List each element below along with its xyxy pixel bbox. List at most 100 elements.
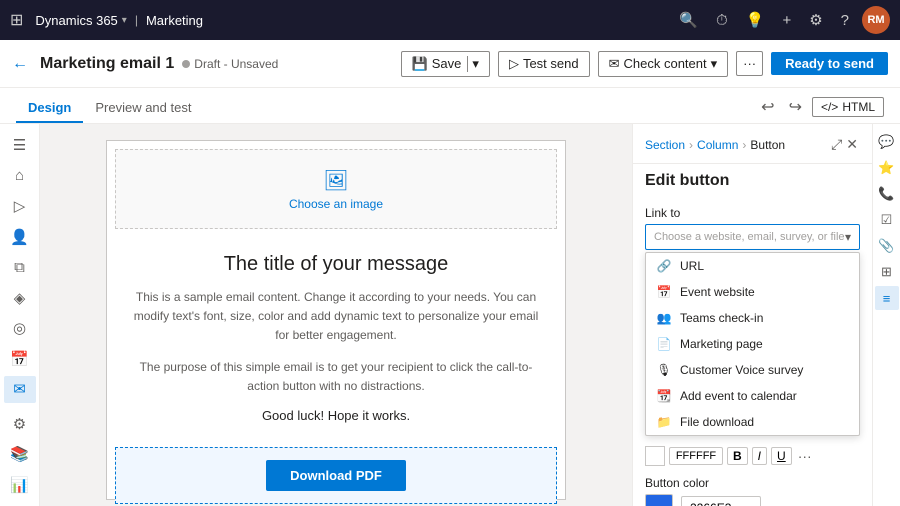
voice-survey-label: Customer Voice survey — [680, 363, 803, 377]
add-icon[interactable]: + — [777, 12, 796, 29]
more-options-button[interactable]: ··· — [736, 51, 763, 76]
button-color-input[interactable] — [681, 496, 761, 506]
email-good-luck: Good luck! Hope it works. — [131, 408, 541, 423]
redo-button[interactable]: ↪ — [785, 95, 806, 119]
dropdown-item-add-event[interactable]: 📆 Add event to calendar — [646, 383, 859, 409]
breadcrumb-section[interactable]: Section — [645, 138, 685, 152]
breadcrumb-sep1: › — [689, 138, 693, 152]
sidebar-item-menu[interactable]: ☰ — [4, 132, 36, 159]
download-pdf-button[interactable]: Download PDF — [266, 460, 406, 491]
panel-title: Edit button — [633, 164, 872, 198]
check-chevron-icon[interactable]: ▾ — [711, 56, 718, 72]
dropdown-item-file[interactable]: 📁 File download — [646, 409, 859, 435]
sidebar-item-contacts[interactable]: 👤 — [4, 224, 36, 251]
sidebar-item-send[interactable]: ▷ — [4, 193, 36, 220]
draft-badge: Draft - Unsaved — [182, 57, 278, 71]
panel-expand-button[interactable]: ⤢ — [829, 134, 844, 155]
sidebar-item-email[interactable]: ✉ — [4, 376, 36, 403]
breadcrumb-sep2: › — [742, 138, 746, 152]
italic-button[interactable]: I — [752, 447, 767, 465]
button-color-swatch[interactable] — [645, 494, 673, 506]
sidebar-item-home[interactable]: ⌂ — [4, 163, 36, 190]
sidebar-item-analytics[interactable]: 📊 — [4, 472, 36, 499]
email-button-section[interactable]: Download PDF — [115, 447, 557, 504]
edge-task-icon[interactable]: ☑ — [875, 208, 899, 232]
app-title[interactable]: Dynamics 365 ▾ — [35, 13, 126, 28]
preview-tab-label: Preview and test — [95, 100, 191, 115]
sidebar-item-events[interactable]: 📅 — [4, 346, 36, 373]
dropdown-item-teams[interactable]: 👥 Teams check-in — [646, 305, 859, 331]
undo-button[interactable]: ↩ — [757, 95, 778, 119]
link-to-label: Link to — [645, 206, 860, 220]
redo-icon: ↪ — [789, 99, 802, 116]
dropdown-item-marketing-page[interactable]: 📄 Marketing page — [646, 331, 859, 357]
edge-list-icon[interactable]: ≡ — [875, 286, 899, 310]
help-icon[interactable]: ? — [836, 12, 854, 29]
sidebar-item-segments[interactable]: ⧉ — [4, 254, 36, 281]
test-send-button[interactable]: ▷ Test send — [498, 51, 590, 77]
edge-table-icon[interactable]: ⊞ — [875, 260, 899, 284]
grid-icon[interactable]: ⊞ — [10, 10, 23, 30]
html-button[interactable]: </> HTML — [812, 97, 884, 117]
edge-phone-icon[interactable]: 📞 — [875, 182, 899, 206]
back-button[interactable]: ← — [12, 55, 28, 73]
module-label: Marketing — [146, 13, 203, 28]
bold-button[interactable]: B — [727, 447, 748, 465]
tab-toolbar: ↩ ↪ </> HTML — [757, 95, 884, 123]
text-color-swatch[interactable] — [645, 446, 665, 466]
breadcrumb-column[interactable]: Column — [697, 138, 738, 152]
add-event-icon: 📆 — [656, 388, 672, 404]
search-icon[interactable]: 🔍 — [674, 11, 703, 29]
link-dropdown-menu: 🔗 URL 📅 Event website 👥 Teams check-in 📄… — [645, 252, 860, 436]
check-content-label: Check content — [624, 56, 707, 71]
choose-image-link[interactable]: Choose an image — [289, 197, 383, 211]
ready-to-send-button[interactable]: Ready to send — [771, 52, 888, 75]
dropdown-item-voice-survey[interactable]: 🎙 Customer Voice survey — [646, 357, 859, 383]
avatar[interactable]: RM — [862, 6, 890, 34]
tab-preview[interactable]: Preview and test — [83, 94, 203, 123]
dropdown-item-event[interactable]: 📅 Event website — [646, 279, 859, 305]
design-tab-label: Design — [28, 100, 71, 115]
app-name: Dynamics 365 — [35, 13, 117, 28]
save-chevron-icon[interactable]: ▾ — [467, 56, 479, 72]
image-section[interactable]: 🖼 Choose an image — [115, 149, 557, 229]
nav-separator: | — [135, 13, 138, 27]
sidebar-item-settings[interactable]: ⚙ — [4, 411, 36, 438]
voice-survey-icon: 🎙 — [656, 362, 672, 378]
text-color-input[interactable] — [669, 447, 723, 465]
text-format-more-button[interactable]: ··· — [796, 448, 814, 464]
event-icon: 📅 — [656, 284, 672, 300]
code-icon: </> — [821, 100, 838, 114]
settings-icon[interactable]: ⚙ — [804, 11, 827, 29]
url-icon: 🔗 — [656, 258, 672, 274]
draft-dot — [182, 60, 190, 68]
timer-icon[interactable]: ⏱ — [711, 12, 733, 29]
email-title: The title of your message — [131, 253, 541, 276]
edge-comment-icon[interactable]: 💬 — [875, 130, 899, 154]
dropdown-item-url[interactable]: 🔗 URL — [646, 253, 859, 279]
tab-design[interactable]: Design — [16, 94, 83, 123]
link-placeholder: Choose a website, email, survey, or file — [654, 231, 845, 243]
right-panel: Section › Column › Button ⤢ ✕ Edit butto… — [632, 124, 872, 506]
check-content-button[interactable]: ✉ Check content ▾ — [598, 51, 729, 77]
sidebar-item-marketing[interactable]: ◈ — [4, 285, 36, 312]
undo-icon: ↩ — [761, 99, 774, 116]
edge-star-icon[interactable]: ⭐ — [875, 156, 899, 180]
add-event-label: Add event to calendar — [680, 389, 797, 403]
right-edge-panel: 💬 ⭐ 📞 ☑ 📎 ⊞ ≡ — [872, 124, 900, 506]
button-color-label: Button color — [645, 476, 860, 490]
email-body: The title of your message This is a samp… — [107, 237, 565, 439]
edge-attachment-icon[interactable]: 📎 — [875, 234, 899, 258]
marketing-page-icon: 📄 — [656, 336, 672, 352]
teams-icon: 👥 — [656, 310, 672, 326]
save-button[interactable]: 💾 Save ▾ — [401, 51, 490, 77]
html-label: HTML — [842, 100, 875, 114]
bulb-icon[interactable]: 💡 — [741, 11, 770, 29]
link-to-select[interactable]: Choose a website, email, survey, or file… — [645, 224, 860, 250]
sidebar-item-insights[interactable]: ◎ — [4, 315, 36, 342]
panel-close-button[interactable]: ✕ — [844, 134, 860, 155]
breadcrumb-button: Button — [750, 138, 785, 152]
left-sidebar: ☰ ⌂ ▷ 👤 ⧉ ◈ ◎ 📅 ✉ ⚙ 📚 📊 — [0, 124, 40, 506]
sidebar-item-library[interactable]: 📚 — [4, 441, 36, 468]
underline-button[interactable]: U — [771, 447, 792, 465]
